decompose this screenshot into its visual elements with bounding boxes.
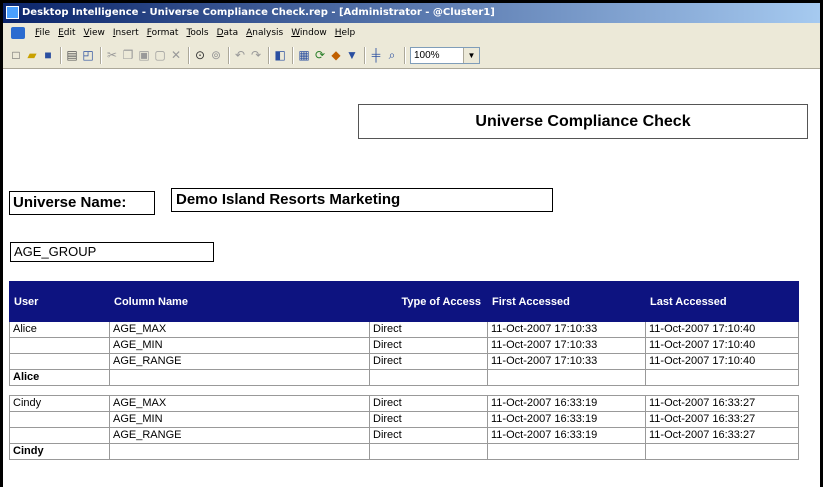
cell-column-name: AGE_RANGE xyxy=(109,353,370,370)
col-header-type-of-access: Type of Access xyxy=(369,281,488,322)
cell-user: Cindy xyxy=(9,395,110,412)
table-row: Cindy AGE_MAX Direct 11-Oct-2007 16:33:1… xyxy=(9,395,799,412)
app-icon xyxy=(6,6,19,19)
paste-icon[interactable]: ▣ xyxy=(137,48,151,62)
open-icon[interactable]: ▰ xyxy=(25,48,39,62)
document-icon[interactable] xyxy=(11,27,25,39)
query-panel-icon[interactable]: ◧ xyxy=(273,48,287,62)
save-icon[interactable]: ■ xyxy=(41,48,55,62)
compliance-table: User Column Name Type of Access First Ac… xyxy=(9,281,799,460)
zoom-icon[interactable]: ⌕ xyxy=(385,48,399,62)
cell-user: Alice xyxy=(9,321,110,338)
cell-type-of-access: Direct xyxy=(369,353,488,370)
cell-column-name: AGE_MAX xyxy=(109,321,370,338)
table-row: AGE_MIN Direct 11-Oct-2007 16:33:19 11-O… xyxy=(9,411,799,428)
table-icon[interactable]: ▦ xyxy=(297,48,311,62)
table-row: AGE_RANGE Direct 11-Oct-2007 17:10:33 11… xyxy=(9,353,799,370)
cell-type-of-access: Direct xyxy=(369,321,488,338)
cell-last-accessed: 11-Oct-2007 17:10:40 xyxy=(645,337,799,354)
refresh-icon[interactable]: ⟳ xyxy=(313,48,327,62)
new-icon[interactable]: □ xyxy=(9,48,23,62)
cell-first-accessed: 11-Oct-2007 16:33:19 xyxy=(487,395,646,412)
menu-bar: File Edit View Insert Format Tools Data Analysi… xyxy=(3,23,820,43)
table-row: AGE_RANGE Direct 11-Oct-2007 16:33:19 11… xyxy=(9,427,799,444)
print-preview-icon[interactable]: ◰ xyxy=(81,48,95,62)
chevron-down-icon[interactable]: ▼ xyxy=(463,48,479,63)
cell-last-accessed: 11-Oct-2007 16:33:27 xyxy=(645,427,799,444)
cell-user xyxy=(9,353,110,370)
cell-user xyxy=(9,427,110,444)
cell-column-name: AGE_RANGE xyxy=(109,427,370,444)
group-header: AGE_GROUP xyxy=(10,242,214,262)
cell-total-user: Alice xyxy=(9,369,110,386)
menu-analysis[interactable]: Analysis xyxy=(242,23,287,43)
menu-tools[interactable]: Tools xyxy=(182,23,212,43)
col-header-last-accessed: Last Accessed xyxy=(645,281,799,322)
cell-last-accessed: 11-Oct-2007 16:33:27 xyxy=(645,411,799,428)
col-header-first-accessed: First Accessed xyxy=(487,281,646,322)
menu-data[interactable]: Data xyxy=(213,23,243,43)
menu-view[interactable]: View xyxy=(80,23,109,43)
cell-column-name: AGE_MIN xyxy=(109,411,370,428)
cell-last-accessed: 11-Oct-2007 16:33:27 xyxy=(645,395,799,412)
universe-name-value: Demo Island Resorts Marketing xyxy=(171,188,553,212)
table-row-total: Alice xyxy=(9,369,799,386)
menu-window[interactable]: Window xyxy=(287,23,331,43)
table-header-row: User Column Name Type of Access First Ac… xyxy=(9,281,799,322)
cell-first-accessed: 11-Oct-2007 16:33:19 xyxy=(487,411,646,428)
slice-dice-icon[interactable]: ◆ xyxy=(329,48,343,62)
print-icon[interactable]: ▤ xyxy=(65,48,79,62)
cell-type-of-access: Direct xyxy=(369,427,488,444)
undo-icon[interactable]: ↶ xyxy=(233,48,247,62)
toolbar: □ ▰ ■ ▤ ◰ ✂ ❐ ▣ ▢ ✕ ⊙ ⊚ ↶ ↷ ◧ ▦ ⟳ ◆ ▼ ╪ … xyxy=(3,43,820,69)
cell-user xyxy=(9,411,110,428)
cell-first-accessed: 11-Oct-2007 16:33:19 xyxy=(487,427,646,444)
menu-format[interactable]: Format xyxy=(143,23,183,43)
copy-icon[interactable]: ❐ xyxy=(121,48,135,62)
cell-column-name: AGE_MIN xyxy=(109,337,370,354)
cell-column-name: AGE_MAX xyxy=(109,395,370,412)
drill-icon[interactable]: ▼ xyxy=(345,48,359,62)
delete-icon[interactable]: ✕ xyxy=(169,48,183,62)
menu-insert[interactable]: Insert xyxy=(109,23,143,43)
menu-help[interactable]: Help xyxy=(331,23,360,43)
window-title: Desktop Intelligence - Universe Complian… xyxy=(22,7,495,18)
table-row: AGE_MIN Direct 11-Oct-2007 17:10:33 11-O… xyxy=(9,337,799,354)
menu-edit[interactable]: Edit xyxy=(54,23,79,43)
table-row: Alice AGE_MAX Direct 11-Oct-2007 17:10:3… xyxy=(9,321,799,338)
cell-type-of-access: Direct xyxy=(369,411,488,428)
cell-type-of-access: Direct xyxy=(369,395,488,412)
cell-total-user: Cindy xyxy=(9,443,110,460)
report-title: Universe Compliance Check xyxy=(358,104,808,139)
col-header-column-name: Column Name xyxy=(109,281,370,322)
find-next-icon[interactable]: ⊚ xyxy=(209,48,223,62)
col-header-user: User xyxy=(9,281,110,322)
cell-last-accessed: 11-Oct-2007 17:10:40 xyxy=(645,321,799,338)
cell-first-accessed: 11-Oct-2007 17:10:33 xyxy=(487,337,646,354)
zoom-value: 100% xyxy=(414,50,440,61)
table-row-total: Cindy xyxy=(9,443,799,460)
app-window: Desktop Intelligence - Universe Complian… xyxy=(3,3,820,487)
cell-first-accessed: 11-Oct-2007 17:10:33 xyxy=(487,321,646,338)
find-icon[interactable]: ⊙ xyxy=(193,48,207,62)
report-canvas: Universe Compliance Check Universe Name:… xyxy=(3,69,820,487)
universe-name-label: Universe Name: xyxy=(9,191,155,215)
cell-first-accessed: 11-Oct-2007 17:10:33 xyxy=(487,353,646,370)
cell-last-accessed: 11-Oct-2007 17:10:40 xyxy=(645,353,799,370)
zoom-select[interactable]: 100% ▼ xyxy=(410,47,480,64)
cut-icon[interactable]: ✂ xyxy=(105,48,119,62)
cell-user xyxy=(9,337,110,354)
menu-file[interactable]: File xyxy=(31,23,54,43)
rotate-icon[interactable]: ╪ xyxy=(369,48,383,62)
title-bar[interactable]: Desktop Intelligence - Universe Complian… xyxy=(3,3,820,23)
paste-special-icon[interactable]: ▢ xyxy=(153,48,167,62)
cell-type-of-access: Direct xyxy=(369,337,488,354)
redo-icon[interactable]: ↷ xyxy=(249,48,263,62)
